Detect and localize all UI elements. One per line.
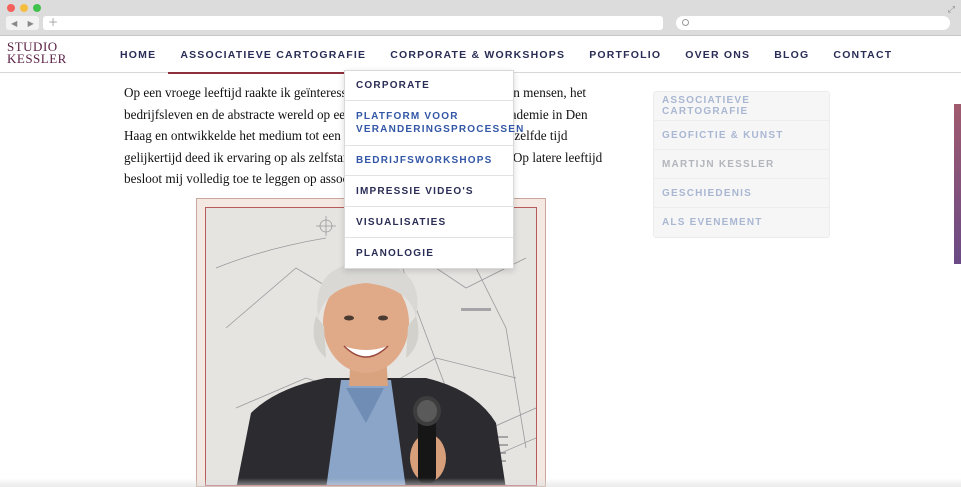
search-icon bbox=[682, 19, 689, 26]
fullscreen-icon[interactable]: ⤢ bbox=[948, 4, 955, 15]
nav-item-portfolio[interactable]: PORTFOLIO bbox=[577, 36, 673, 73]
sidebar-item-geschiedenis[interactable]: GESCHIEDENIS bbox=[654, 179, 829, 208]
dropdown-item-visualisaties[interactable]: VISUALISATIES bbox=[345, 207, 513, 238]
logo-line-2: KESSLER bbox=[7, 51, 67, 66]
nav-item-associatieve-cartografie[interactable]: ASSOCIATIEVE CARTOGRAFIE bbox=[168, 36, 379, 74]
sidebar-item-geofictie-kunst[interactable]: GEOFICTIE & KUNST bbox=[654, 121, 829, 150]
dropdown-item-planologie[interactable]: PLANOLOGIE bbox=[345, 238, 513, 268]
close-window-button[interactable] bbox=[7, 4, 15, 12]
sidebar-item-als-evenement[interactable]: ALS EVENEMENT bbox=[654, 208, 829, 237]
dropdown-item-platform-veranderingsprocessen[interactable]: PLATFORM VOOR VERANDERINGSPROCESSEN bbox=[345, 101, 523, 146]
dropdown-item-bedrijfsworkshops[interactable]: BEDRIJFSWORKSHOPS bbox=[345, 146, 513, 176]
nav-item-contact[interactable]: CONTACT bbox=[821, 36, 904, 73]
edge-image-strip bbox=[954, 104, 961, 264]
dropdown-item-impressie-videos[interactable]: IMPRESSIE VIDEO'S bbox=[345, 176, 513, 207]
nav-item-blog[interactable]: BLOG bbox=[762, 36, 821, 73]
dropdown-item-corporate[interactable]: CORPORATE bbox=[345, 71, 513, 101]
section-sidebar: ASSOCIATIEVE CARTOGRAFIE GEOFICTIE & KUN… bbox=[653, 91, 830, 238]
history-navigation: ◀ ▶ bbox=[6, 16, 39, 30]
browser-search-field[interactable] bbox=[676, 16, 950, 30]
zoom-window-button[interactable] bbox=[33, 4, 41, 12]
site-logo[interactable]: STUDIO KESSLER bbox=[7, 40, 67, 66]
address-bar[interactable]: + bbox=[43, 15, 663, 30]
minimize-window-button[interactable] bbox=[20, 4, 28, 12]
nav-item-home[interactable]: HOME bbox=[108, 36, 168, 73]
forward-arrow-icon[interactable]: ▶ bbox=[28, 19, 34, 28]
sidebar-item-martijn-kessler[interactable]: MARTIJN KESSLER bbox=[654, 150, 829, 179]
main-navigation: HOME ASSOCIATIEVE CARTOGRAFIE CORPORATE … bbox=[108, 36, 904, 74]
site-header: STUDIO KESSLER HOME ASSOCIATIEVE CARTOGR… bbox=[0, 36, 961, 74]
nav-item-over-ons[interactable]: OVER ONS bbox=[673, 36, 762, 73]
corporate-workshops-dropdown: CORPORATE PLATFORM VOOR VERANDERINGSPROC… bbox=[344, 70, 523, 269]
new-tab-icon[interactable]: + bbox=[48, 15, 58, 29]
sidebar-item-associatieve-cartografie[interactable]: ASSOCIATIEVE CARTOGRAFIE bbox=[654, 92, 829, 121]
bottom-shadow bbox=[0, 478, 961, 487]
nav-item-corporate-workshops[interactable]: CORPORATE & WORKSHOPS bbox=[378, 36, 577, 73]
browser-chrome: ◀ ▶ + ⤢ bbox=[0, 0, 961, 36]
back-arrow-icon[interactable]: ◀ bbox=[11, 19, 17, 28]
